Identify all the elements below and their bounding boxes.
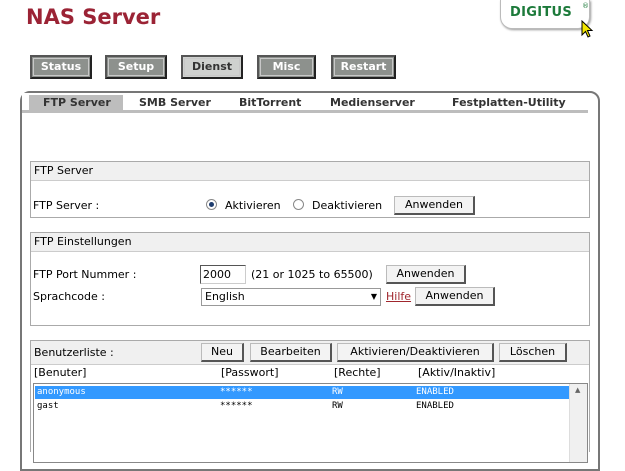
tab-festplatten-utility[interactable]: Festplatten-Utility <box>452 96 566 109</box>
tab-smb-server[interactable]: SMB Server <box>139 96 211 109</box>
digitus-logo: DIGITUS ® <box>500 0 592 30</box>
user-rights: RW <box>332 387 343 397</box>
user-status: ENABLED <box>416 401 454 411</box>
ftp-server-heading: FTP Server <box>31 162 589 181</box>
nav-misc-button[interactable]: Misc <box>257 55 316 79</box>
port-apply-button[interactable]: Anwenden <box>386 265 466 284</box>
app-title: NAS Server <box>26 5 161 29</box>
column-header-rights: [Rechte] <box>334 366 381 379</box>
nav-status-button[interactable]: Status <box>30 55 92 79</box>
table-row[interactable]: anonymous ****** RW ENABLED <box>35 386 570 399</box>
user-list-box[interactable]: anonymous ****** RW ENABLED gast ****** … <box>33 383 588 463</box>
scroll-up-icon[interactable]: ▲ <box>575 386 580 394</box>
language-select-value: English <box>205 290 245 303</box>
help-link[interactable]: Hilfe <box>386 290 411 303</box>
edit-user-button[interactable]: Bearbeiten <box>250 343 332 362</box>
tab-ftp-server[interactable]: FTP Server <box>29 95 123 110</box>
user-password: ****** <box>220 387 253 397</box>
nav-setup-button[interactable]: Setup <box>105 55 167 79</box>
language-label: Sprachcode : <box>33 290 105 303</box>
user-list-heading: Benutzerliste : <box>34 346 114 359</box>
user-status: ENABLED <box>416 387 454 397</box>
list-scrollbar[interactable]: ▲ <box>569 384 587 462</box>
nav-restart-button[interactable]: Restart <box>331 55 396 79</box>
user-password: ****** <box>220 401 253 411</box>
disable-radio[interactable] <box>293 199 304 210</box>
user-name: anonymous <box>37 387 86 397</box>
new-user-button[interactable]: Neu <box>201 343 244 362</box>
ftp-settings-heading: FTP Einstellungen <box>31 233 589 252</box>
port-input[interactable]: 2000 <box>200 265 246 284</box>
logo-registered-mark: ® <box>582 2 589 10</box>
port-hint: (21 or 1025 to 65500) <box>251 268 373 281</box>
user-name: gast <box>37 401 59 411</box>
tab-bittorrent[interactable]: BitTorrent <box>239 96 301 109</box>
ftp-server-apply-button[interactable]: Anwenden <box>394 196 475 215</box>
toggle-user-button[interactable]: Aktivieren/Deaktivieren <box>337 343 494 362</box>
tab-medienserver[interactable]: Medienserver <box>330 96 415 109</box>
column-header-status: [Aktiv/Inaktiv] <box>418 366 496 379</box>
user-rights: RW <box>332 401 343 411</box>
ftp-server-label: FTP Server : <box>33 199 100 212</box>
delete-user-button[interactable]: Löschen <box>499 343 567 362</box>
cursor-icon <box>581 20 594 38</box>
disable-radio-label[interactable]: Deaktivieren <box>312 199 382 212</box>
ftp-server-section: FTP Server <box>30 161 590 218</box>
chevron-down-icon: ▼ <box>370 292 377 301</box>
enable-radio[interactable] <box>206 199 217 210</box>
port-label: FTP Port Nummer : <box>33 268 137 281</box>
nav-dienst-button[interactable]: Dienst <box>181 55 243 79</box>
table-row[interactable]: gast ****** RW ENABLED <box>35 400 570 413</box>
enable-radio-label[interactable]: Aktivieren <box>225 199 281 212</box>
column-header-user: [Benuter] <box>34 366 87 379</box>
language-select[interactable]: English ▼ <box>201 288 381 306</box>
logo-text: DIGITUS <box>510 5 573 20</box>
language-apply-button[interactable]: Anwenden <box>415 287 495 306</box>
column-header-password: [Passwort] <box>221 366 279 379</box>
